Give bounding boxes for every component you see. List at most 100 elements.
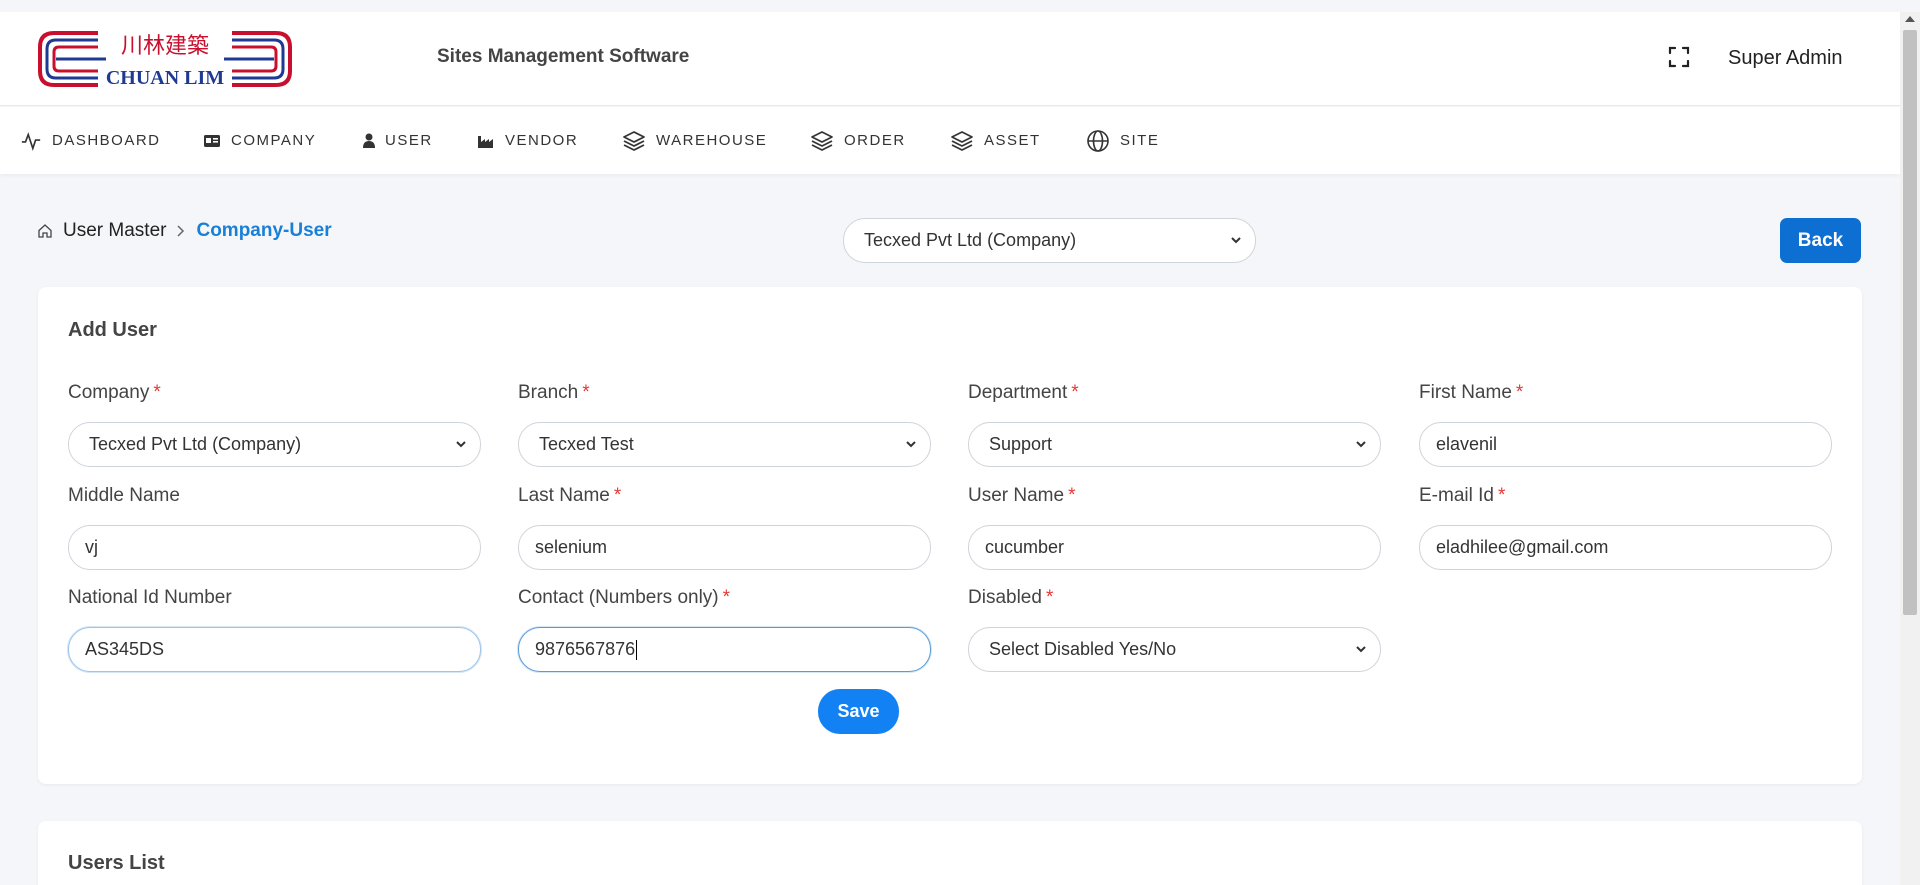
chevron-down-icon	[1356, 646, 1366, 653]
first-name-input[interactable]: elavenil	[1419, 422, 1832, 467]
required-mark: *	[1071, 382, 1079, 403]
logo-chinese-text: 川林建築	[121, 34, 209, 59]
nav-label: ASSET	[984, 132, 1041, 149]
required-mark: *	[722, 587, 731, 608]
id-card-icon	[204, 134, 220, 147]
last-name-input[interactable]: selenium	[518, 525, 931, 570]
breadcrumb: User Master Company-User	[37, 220, 332, 242]
nav-label: COMPANY	[231, 132, 317, 149]
first-name-label: First Name	[1419, 382, 1512, 403]
email-value: eladhilee@gmail.com	[1436, 537, 1609, 557]
required-mark: *	[613, 485, 622, 506]
company-field: Company * Tecxed Pvt Ltd (Company)	[68, 382, 481, 467]
nav-label: VENDOR	[505, 132, 579, 149]
save-button[interactable]: Save	[818, 689, 899, 734]
user-icon	[363, 133, 375, 148]
layers-icon	[623, 130, 645, 151]
contact-field: Contact (Numbers only) * 9876567876	[518, 587, 931, 672]
chevron-down-icon	[1356, 441, 1366, 448]
company-filter-value: Tecxed Pvt Ltd (Company)	[864, 230, 1077, 250]
chuan-lim-logo: 川林建築 CHUAN LIM	[38, 31, 292, 89]
users-list-title: Users List	[68, 852, 165, 874]
back-button[interactable]: Back	[1780, 218, 1861, 263]
user-menu[interactable]: Super Admin	[1728, 47, 1843, 70]
department-label: Department	[968, 382, 1068, 403]
scroll-thumb[interactable]	[1903, 30, 1917, 615]
nav-item-company[interactable]: COMPANY	[203, 107, 316, 174]
contact-input[interactable]: 9876567876	[518, 627, 931, 672]
nav-item-user[interactable]: USER	[363, 107, 433, 174]
nav-item-site[interactable]: SITE	[1086, 107, 1159, 174]
middle-name-value: vj	[85, 537, 98, 557]
text-cursor	[636, 639, 638, 660]
globe-icon	[1087, 129, 1109, 152]
required-mark: *	[153, 382, 161, 403]
nav-label: DASHBOARD	[52, 132, 161, 149]
branch-field: Branch * Tecxed Test	[518, 382, 931, 467]
company-select[interactable]: Tecxed Pvt Ltd (Company)	[68, 422, 481, 467]
chevron-down-icon	[906, 441, 916, 448]
users-list-card: Users List	[38, 821, 1862, 885]
nav-label: SITE	[1120, 132, 1160, 149]
nav-item-vendor[interactable]: VENDOR	[477, 107, 578, 174]
layers-icon	[951, 130, 973, 151]
activity-icon	[21, 131, 41, 151]
page-scrollbar[interactable]	[1900, 12, 1920, 885]
company-value: Tecxed Pvt Ltd (Company)	[89, 434, 302, 454]
last-name-label: Last Name	[518, 485, 610, 506]
disabled-select[interactable]: Select Disabled Yes/No	[968, 627, 1381, 672]
contact-value: 9876567876	[535, 639, 636, 659]
email-label: E-mail Id	[1419, 485, 1494, 506]
user-name-input[interactable]: cucumber	[968, 525, 1381, 570]
required-mark: *	[1045, 587, 1054, 608]
national-id-input[interactable]: AS345DS	[68, 627, 481, 672]
app-title: Sites Management Software	[437, 46, 690, 67]
department-select[interactable]: Support	[968, 422, 1381, 467]
last-name-field: Last Name * selenium	[518, 485, 931, 570]
nav-item-warehouse[interactable]: WAREHOUSE	[622, 107, 767, 174]
last-name-value: selenium	[535, 537, 608, 557]
national-id-label: National Id Number	[68, 587, 232, 608]
required-mark: *	[1515, 382, 1524, 403]
main-nav: DASHBOARD COMPANY USER VENDOR WAREHOUSE …	[0, 107, 1900, 174]
logo-latin-text: CHUAN LIM	[106, 67, 224, 89]
fullscreen-icon[interactable]	[1667, 45, 1691, 69]
email-field: E-mail Id * eladhilee@gmail.com	[1419, 485, 1832, 570]
required-mark: *	[582, 382, 590, 403]
breadcrumb-current: Company-User	[196, 220, 332, 241]
middle-name-input[interactable]: vj	[68, 525, 481, 570]
nav-label: WAREHOUSE	[656, 132, 768, 149]
add-user-card: Add User Company * Tecxed Pvt Ltd (Compan…	[38, 287, 1862, 784]
home-icon[interactable]	[37, 223, 53, 239]
branch-select[interactable]: Tecxed Test	[518, 422, 931, 467]
national-id-value: AS345DS	[85, 639, 165, 659]
user-name-value: cucumber	[985, 537, 1065, 557]
company-logo[interactable]: 川林建築 CHUAN LIM	[36, 29, 294, 89]
company-filter-select[interactable]: Tecxed Pvt Ltd (Company)	[843, 218, 1256, 263]
contact-label: Contact (Numbers only)	[518, 587, 719, 608]
required-mark: *	[1068, 485, 1076, 506]
card-title: Add User	[68, 319, 157, 341]
nav-item-asset[interactable]: ASSET	[950, 107, 1041, 174]
layers-icon	[811, 130, 833, 151]
branch-value: Tecxed Test	[539, 434, 634, 454]
disabled-field: Disabled * Select Disabled Yes/No	[968, 587, 1381, 672]
user-name-field: User Name * cucumber	[968, 485, 1381, 570]
chevron-down-icon	[1231, 237, 1241, 244]
branch-label: Branch	[518, 382, 579, 403]
middle-name-field: Middle Name vj	[68, 485, 481, 570]
first-name-field: First Name * elavenil	[1419, 382, 1832, 467]
factory-icon	[478, 135, 493, 148]
nav-label: ORDER	[844, 132, 906, 149]
chevron-right-icon	[177, 225, 185, 237]
national-id-field: National Id Number AS345DS	[68, 587, 481, 672]
department-value: Support	[989, 434, 1053, 454]
scroll-up-arrow-icon[interactable]	[1905, 16, 1915, 22]
department-field: Department * Support	[968, 382, 1381, 467]
disabled-label: Disabled	[968, 587, 1042, 608]
breadcrumb-user-master[interactable]: User Master	[63, 220, 166, 242]
nav-item-order[interactable]: ORDER	[810, 107, 906, 174]
email-input[interactable]: eladhilee@gmail.com	[1419, 525, 1832, 570]
nav-item-dashboard[interactable]: DASHBOARD	[20, 107, 161, 174]
required-mark: *	[1497, 485, 1506, 506]
